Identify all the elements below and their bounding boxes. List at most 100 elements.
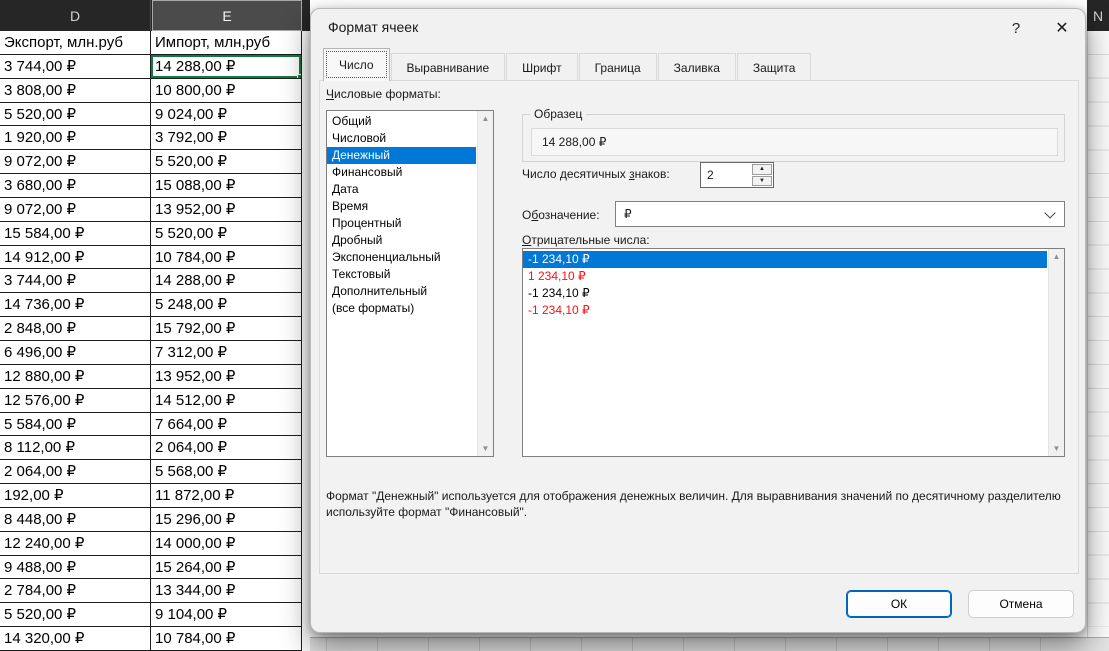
spinner-up-icon[interactable]: ▲: [752, 164, 772, 175]
cell[interactable]: 3 744,00 ₽: [0, 269, 151, 293]
format-category-item[interactable]: (все форматы): [327, 300, 476, 317]
format-category-item[interactable]: Дробный: [327, 232, 476, 249]
format-category-item[interactable]: Дополнительный: [327, 283, 476, 300]
column-header-n[interactable]: N: [1087, 0, 1109, 31]
currency-symbol-dropdown[interactable]: ₽: [615, 201, 1065, 227]
format-category-item[interactable]: Дата: [327, 181, 476, 198]
cancel-button[interactable]: Отмена: [968, 590, 1074, 618]
cell[interactable]: 10 784,00 ₽: [151, 627, 302, 651]
cell[interactable]: 2 784,00 ₽: [0, 579, 151, 603]
negative-scrollbar[interactable]: ▲ ▼: [1048, 249, 1064, 456]
cell[interactable]: 15 296,00 ₽: [151, 508, 302, 532]
cell[interactable]: 9 488,00 ₽: [0, 556, 151, 580]
cell[interactable]: 8 448,00 ₽: [0, 508, 151, 532]
cell[interactable]: 6 496,00 ₽: [0, 341, 151, 365]
cell[interactable]: 14 512,00 ₽: [151, 389, 302, 413]
negative-numbers-listbox[interactable]: -1 234,10 ₽1 234,10 ₽-1 234,10 ₽-1 234,1…: [522, 248, 1065, 457]
scroll-down-icon[interactable]: ▼: [478, 444, 493, 453]
table-row: 14 736,00 ₽5 248,00 ₽: [0, 293, 303, 317]
cell[interactable]: 5 520,00 ₽: [151, 150, 302, 174]
cell[interactable]: 1 920,00 ₽: [0, 126, 151, 150]
scroll-up-icon[interactable]: ▲: [478, 114, 493, 123]
cell[interactable]: 9 072,00 ₽: [0, 150, 151, 174]
dialog-tabs: ЧислоВыравниваниеШрифтГраницаЗаливкаЗащи…: [323, 48, 812, 81]
column-header-e[interactable]: E: [152, 0, 302, 31]
formats-scrollbar[interactable]: ▲ ▼: [477, 111, 493, 456]
cell[interactable]: 15 584,00 ₽: [0, 222, 151, 246]
help-icon[interactable]: ?: [1003, 15, 1029, 41]
format-category-item[interactable]: Общий: [327, 113, 476, 130]
cell[interactable]: 192,00 ₽: [0, 484, 151, 508]
cell[interactable]: 14 912,00 ₽: [0, 246, 151, 270]
header-cell[interactable]: Экспорт, млн.руб: [0, 31, 151, 55]
cell[interactable]: 9 104,00 ₽: [151, 603, 302, 627]
cell[interactable]: 3 792,00 ₽: [151, 126, 302, 150]
cell[interactable]: 5 520,00 ₽: [0, 103, 151, 127]
cell[interactable]: 5 584,00 ₽: [0, 413, 151, 437]
cell[interactable]: 3 680,00 ₽: [0, 174, 151, 198]
negative-format-item[interactable]: -1 234,10 ₽: [523, 302, 1047, 319]
negative-format-item[interactable]: 1 234,10 ₽: [523, 268, 1047, 285]
format-category-item[interactable]: Текстовый: [327, 266, 476, 283]
format-category-item[interactable]: Время: [327, 198, 476, 215]
tab-inactive[interactable]: Шрифт: [506, 53, 577, 81]
cell[interactable]: 13 952,00 ₽: [151, 365, 302, 389]
cell[interactable]: 15 792,00 ₽: [151, 317, 302, 341]
cell[interactable]: 5 568,00 ₽: [151, 460, 302, 484]
cell[interactable]: 15 264,00 ₽: [151, 556, 302, 580]
header-cell[interactable]: Импорт, млн,руб: [151, 31, 302, 55]
tab-inactive[interactable]: Защита: [737, 53, 812, 81]
ok-button[interactable]: ОК: [846, 590, 952, 618]
cell[interactable]: 2 848,00 ₽: [0, 317, 151, 341]
cell[interactable]: 9 024,00 ₽: [151, 103, 302, 127]
cell[interactable]: 14 288,00 ₽: [151, 269, 302, 293]
cell[interactable]: 11 872,00 ₽: [151, 484, 302, 508]
tab-active[interactable]: Число: [323, 48, 390, 81]
format-category-item[interactable]: Процентный: [327, 215, 476, 232]
cell[interactable]: 8 112,00 ₽: [0, 436, 151, 460]
decimal-places-spinner[interactable]: 2 ▲ ▼: [700, 162, 774, 188]
cell[interactable]: 15 088,00 ₽: [151, 174, 302, 198]
chevron-down-icon[interactable]: [1044, 207, 1055, 218]
negative-format-item[interactable]: -1 234,10 ₽: [523, 251, 1047, 268]
cell[interactable]: 12 240,00 ₽: [0, 532, 151, 556]
cell[interactable]: 14 000,00 ₽: [151, 532, 302, 556]
column-header-d[interactable]: D: [0, 0, 151, 31]
cell[interactable]: 10 784,00 ₽: [151, 246, 302, 270]
decimal-places-value[interactable]: 2: [707, 163, 714, 187]
cell[interactable]: 14 320,00 ₽: [0, 627, 151, 651]
cell[interactable]: 13 952,00 ₽: [151, 198, 302, 222]
cell[interactable]: 5 520,00 ₽: [151, 222, 302, 246]
selected-cell[interactable]: 14 288,00 ₽: [151, 55, 302, 79]
spinner-down-icon[interactable]: ▼: [752, 176, 772, 187]
cell[interactable]: 3 744,00 ₽: [0, 55, 151, 79]
cell[interactable]: 2 064,00 ₽: [151, 436, 302, 460]
format-category-item[interactable]: Экспоненциальный: [327, 249, 476, 266]
cell[interactable]: 12 880,00 ₽: [0, 365, 151, 389]
close-icon[interactable]: ✕: [1047, 14, 1077, 42]
format-category-item[interactable]: Финансовый: [327, 164, 476, 181]
cell[interactable]: 5 520,00 ₽: [0, 603, 151, 627]
cell[interactable]: 5 248,00 ₽: [151, 293, 302, 317]
cell[interactable]: 7 312,00 ₽: [151, 341, 302, 365]
scroll-up-icon[interactable]: ▲: [1049, 252, 1064, 261]
cell[interactable]: 9 072,00 ₽: [0, 198, 151, 222]
table-row: 1 920,00 ₽3 792,00 ₽: [0, 126, 303, 150]
cell[interactable]: 14 736,00 ₽: [0, 293, 151, 317]
table-row: 6 496,00 ₽7 312,00 ₽: [0, 341, 303, 365]
tab-inactive[interactable]: Заливка: [658, 53, 736, 81]
negative-format-item[interactable]: -1 234,10 ₽: [523, 285, 1047, 302]
cell[interactable]: 10 800,00 ₽: [151, 79, 302, 103]
number-formats-listbox[interactable]: ОбщийЧисловойДенежныйФинансовыйДатаВремя…: [326, 110, 494, 457]
cell[interactable]: 12 576,00 ₽: [0, 389, 151, 413]
format-category-item[interactable]: Числовой: [327, 130, 476, 147]
cell[interactable]: 13 344,00 ₽: [151, 579, 302, 603]
format-category-item[interactable]: Денежный: [327, 147, 476, 164]
cell[interactable]: 7 664,00 ₽: [151, 413, 302, 437]
scroll-down-icon[interactable]: ▼: [1049, 444, 1064, 453]
tab-inactive[interactable]: Граница: [579, 53, 657, 81]
tab-inactive[interactable]: Выравнивание: [391, 53, 506, 81]
cell[interactable]: 2 064,00 ₽: [0, 460, 151, 484]
cell[interactable]: 3 808,00 ₽: [0, 79, 151, 103]
table-row: 12 576,00 ₽14 512,00 ₽: [0, 389, 303, 413]
